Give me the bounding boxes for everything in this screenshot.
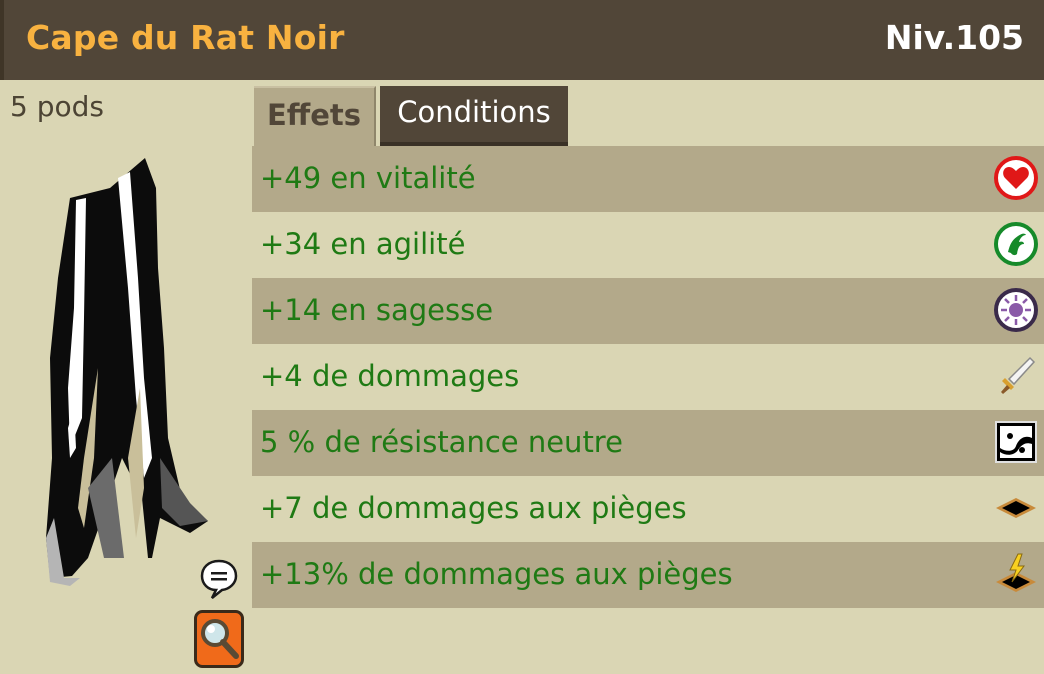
effect-text: +13% de dommages aux pièges xyxy=(260,557,733,591)
effect-row: +7 de dommages aux pièges xyxy=(252,476,1044,542)
item-header: Cape du Rat Noir Niv.105 xyxy=(0,0,1044,80)
effect-text: +49 en vitalité xyxy=(260,161,476,195)
effect-row: +13% de dommages aux pièges xyxy=(252,542,1044,608)
header-edge xyxy=(0,0,4,80)
effect-row: +49 en vitalité xyxy=(252,146,1044,212)
effect-row: +4 de dommages xyxy=(252,344,1044,410)
effect-text: +4 de dommages xyxy=(260,359,520,393)
chat-link-button[interactable] xyxy=(200,559,238,603)
vitality-heart-icon xyxy=(994,156,1038,200)
effect-text: +34 en agilité xyxy=(260,227,466,261)
cape-item-image xyxy=(46,158,208,586)
sword-damage-icon xyxy=(1001,356,1036,394)
inspect-button[interactable] xyxy=(194,610,244,672)
tab-effets[interactable]: Effets xyxy=(254,86,376,146)
neutral-resistance-icon xyxy=(995,421,1037,463)
item-weight: 5 pods xyxy=(10,90,104,123)
item-name: Cape du Rat Noir xyxy=(26,18,345,57)
item-preview-panel: 5 pods xyxy=(0,80,252,674)
item-level: Niv.105 xyxy=(884,18,1024,57)
effects-list: +49 en vitalité +34 en agilité +14 en sa… xyxy=(252,146,1044,608)
magnifier-icon xyxy=(194,610,244,668)
effect-row: 5 % de résistance neutre xyxy=(252,410,1044,476)
wisdom-icon xyxy=(994,288,1038,332)
effect-row: +14 en sagesse xyxy=(252,278,1044,344)
effect-text: +7 de dommages aux pièges xyxy=(260,491,687,525)
effect-text: +14 en sagesse xyxy=(260,293,494,327)
trap-icon xyxy=(996,498,1036,518)
tab-conditions[interactable]: Conditions xyxy=(380,86,568,146)
effect-row: +34 en agilité xyxy=(252,212,1044,278)
tab-bar: Effets Conditions xyxy=(252,80,1044,146)
speech-bubble-icon xyxy=(200,559,238,599)
trap-lightning-icon xyxy=(996,553,1036,592)
effect-text: 5 % de résistance neutre xyxy=(260,425,623,459)
agility-icon xyxy=(994,222,1038,266)
